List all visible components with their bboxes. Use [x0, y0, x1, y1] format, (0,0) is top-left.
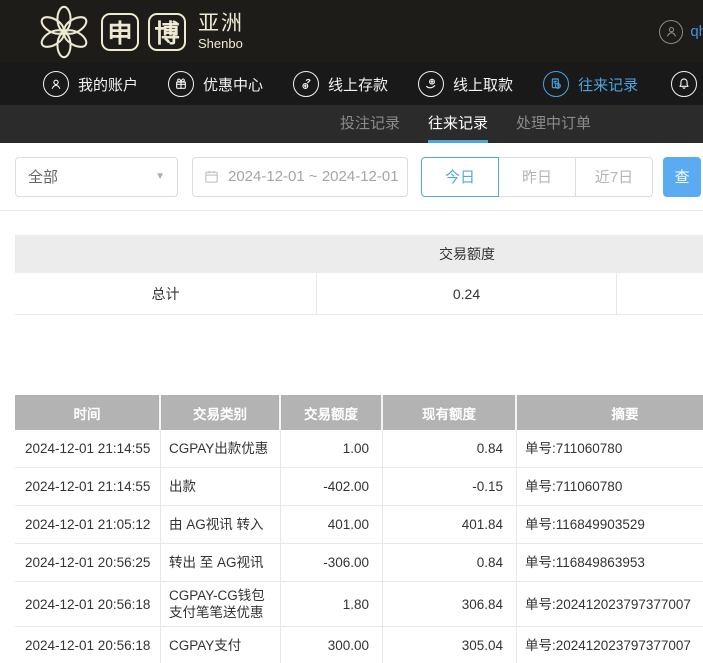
date-range-value: 2024-12-01 ~ 2024-12-01	[228, 168, 399, 185]
table-row: 2024-12-01 20:56:18 CGPAY支付 300.00 305.0…	[15, 627, 703, 663]
last7days-button[interactable]: 近7日	[575, 157, 653, 197]
search-button[interactable]: 查	[663, 157, 701, 197]
tab-betting-records[interactable]: 投注记录	[340, 105, 400, 143]
table-row: 2024-12-01 21:05:12 由 AG视讯 转入 401.00 401…	[15, 506, 703, 544]
brand-logo[interactable]: 申 博 亚洲 Shenbo	[36, 4, 244, 60]
col-header-balance: 现有额度	[383, 395, 517, 430]
cell-summary: 单号:711060780	[517, 468, 703, 505]
summary-total-label: 总计	[15, 273, 317, 314]
yesterday-button[interactable]: 昨日	[498, 157, 576, 197]
type-select[interactable]: 全部 ▼	[15, 157, 178, 197]
cell-amount: 300.00	[281, 627, 383, 663]
nav-label: 优惠中心	[203, 74, 263, 95]
summary-total-value: 0.24	[317, 273, 617, 314]
cell-balance: 305.04	[383, 627, 517, 663]
col-header-summary: 摘要	[517, 395, 703, 430]
filter-bar: 全部 ▼ 2024-12-01 ~ 2024-12-01 今日 昨日 近7日 查	[0, 143, 703, 211]
table-header-row: 时间 交易类别 交易额度 现有额度 摘要	[15, 395, 703, 430]
flower-logo-icon	[36, 4, 92, 60]
cell-balance: 401.84	[383, 506, 517, 543]
brand-subtitle: Shenbo	[198, 37, 244, 51]
nav-label: 线上存款	[328, 74, 388, 95]
col-header-amount: 交易额度	[281, 395, 383, 430]
user-account-area[interactable]: qh	[659, 20, 703, 44]
bell-icon	[671, 71, 697, 97]
col-header-type: 交易类别	[161, 395, 281, 430]
table-row: 2024-12-01 20:56:18 CGPAY-CG钱包支付笔笔送优惠 1.…	[15, 582, 703, 627]
main-nav: 我的账户 优惠中心 线上存款 线上取款 往来记录	[0, 63, 703, 105]
cell-amount: 401.00	[281, 506, 383, 543]
cell-time: 2024-12-01 21:14:55	[15, 430, 161, 467]
type-select-value: 全部	[28, 166, 58, 187]
cell-time: 2024-12-01 21:14:55	[15, 468, 161, 505]
deposit-icon	[293, 71, 319, 97]
nav-label: 往来记录	[578, 74, 638, 95]
date-range-input[interactable]: 2024-12-01 ~ 2024-12-01	[192, 157, 408, 197]
cell-type: 出款	[161, 468, 281, 505]
cell-time: 2024-12-01 20:56:18	[15, 627, 161, 663]
cell-balance: 306.84	[383, 582, 517, 626]
cell-type: 由 AG视讯 转入	[161, 506, 281, 543]
brand-region: 亚洲	[198, 13, 244, 35]
cell-balance: -0.15	[383, 468, 517, 505]
brand-char-bo: 博	[148, 13, 186, 51]
top-header: 申 博 亚洲 Shenbo qh	[0, 0, 703, 63]
record-subtabs: 投注记录 往来记录 处理中订单	[0, 105, 703, 143]
cell-summary: 单号:116849903529	[517, 506, 703, 543]
user-avatar-icon	[659, 20, 683, 44]
summary-header-row: 交易额度	[15, 235, 703, 273]
tab-transaction-records[interactable]: 往来记录	[428, 105, 488, 143]
cell-summary: 单号:116849863953	[517, 544, 703, 581]
calendar-icon	[203, 168, 220, 185]
withdraw-icon	[418, 71, 444, 97]
nav-item-my-account[interactable]: 我的账户	[43, 71, 138, 97]
summary-total-row: 总计 0.24	[15, 273, 703, 315]
cell-balance: 0.84	[383, 430, 517, 467]
cell-balance: 0.84	[383, 544, 517, 581]
cell-summary: 单号:202412023797377007	[517, 627, 703, 663]
cell-type: CGPAY-CG钱包支付笔笔送优惠	[161, 582, 281, 626]
nav-label: 我的账户	[78, 74, 138, 95]
cell-summary: 单号:711060780	[517, 430, 703, 467]
nav-item-promotions[interactable]: 优惠中心	[168, 71, 263, 97]
table-row: 2024-12-01 20:56:25 转出 至 AG视讯 -306.00 0.…	[15, 544, 703, 582]
table-row: 2024-12-01 21:14:55 出款 -402.00 -0.15 单号:…	[15, 468, 703, 506]
tab-processing-orders[interactable]: 处理中订单	[516, 105, 591, 143]
cell-time: 2024-12-01 20:56:25	[15, 544, 161, 581]
cell-time: 2024-12-01 20:56:18	[15, 582, 161, 626]
cell-amount: -402.00	[281, 468, 383, 505]
transaction-table: 时间 交易类别 交易额度 现有额度 摘要 2024-12-01 21:14:55…	[15, 395, 703, 663]
cell-time: 2024-12-01 21:05:12	[15, 506, 161, 543]
cell-summary: 单号:202412023797377007	[517, 582, 703, 626]
cell-amount: -306.00	[281, 544, 383, 581]
quick-date-group: 今日 昨日 近7日	[421, 157, 653, 197]
cell-type: CGPAY出款优惠	[161, 430, 281, 467]
brand-text: 亚洲 Shenbo	[198, 13, 244, 51]
cell-type: CGPAY支付	[161, 627, 281, 663]
brand-char-shen: 申	[101, 13, 139, 51]
summary-header-label: 交易额度	[317, 244, 617, 264]
table-row: 2024-12-01 21:14:55 CGPAY出款优惠 1.00 0.84 …	[15, 430, 703, 468]
nav-item-withdraw[interactable]: 线上取款	[418, 71, 513, 97]
cell-amount: 1.80	[281, 582, 383, 626]
records-icon	[543, 71, 569, 97]
today-button[interactable]: 今日	[421, 157, 499, 197]
summary-empty-cell	[617, 273, 703, 314]
chevron-down-icon: ▼	[155, 171, 165, 182]
col-header-time: 时间	[15, 395, 161, 430]
nav-item-transactions[interactable]: 往来记录	[543, 71, 638, 97]
cell-type: 转出 至 AG视讯	[161, 544, 281, 581]
nav-label: 线上取款	[453, 74, 513, 95]
notifications-button[interactable]	[671, 71, 697, 97]
user-icon	[43, 71, 69, 97]
cell-amount: 1.00	[281, 430, 383, 467]
summary-table: 交易额度 总计 0.24	[15, 235, 703, 315]
gift-icon	[168, 71, 194, 97]
nav-item-deposit[interactable]: 线上存款	[293, 71, 388, 97]
username-text[interactable]: qh	[690, 23, 703, 40]
